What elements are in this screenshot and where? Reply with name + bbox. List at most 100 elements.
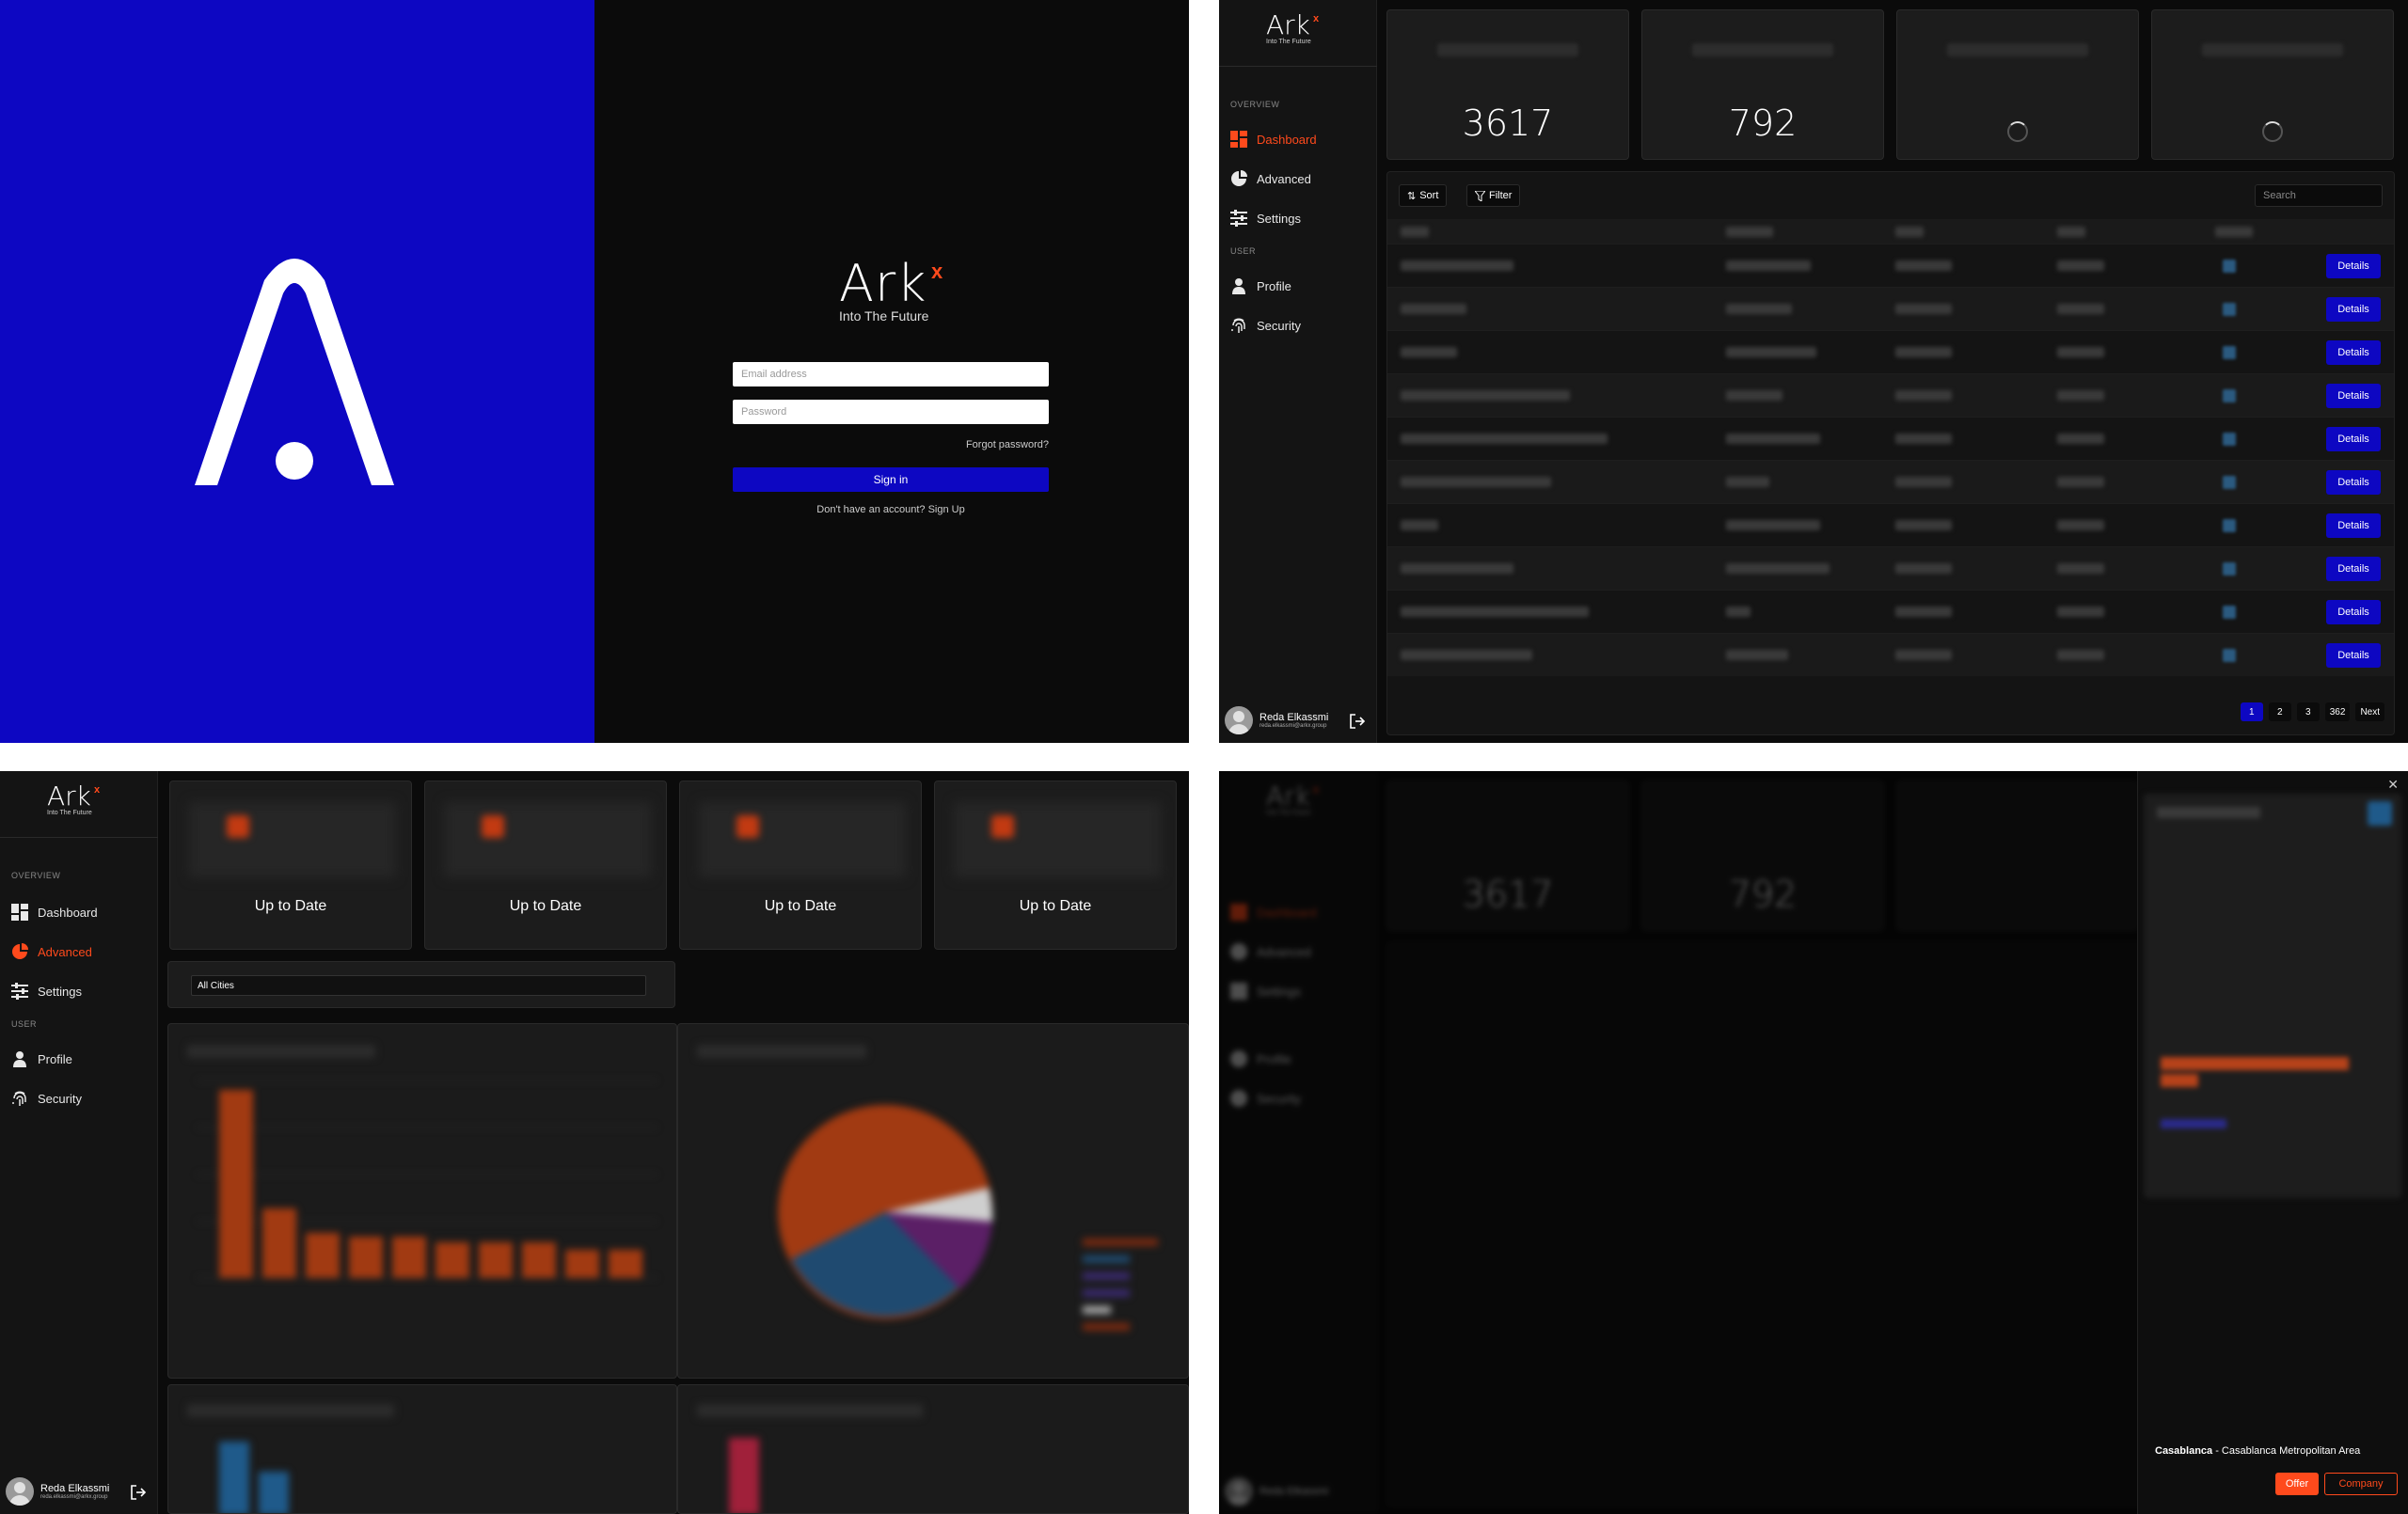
cell-city — [1895, 607, 1952, 617]
secondary-skills-chart-blurred — [697, 1404, 923, 1513]
offer-button[interactable]: Offer — [2275, 1473, 2319, 1495]
details-button[interactable]: Details — [2326, 297, 2381, 322]
table-row[interactable]: Details — [1387, 330, 2394, 373]
details-button[interactable]: Details — [2326, 557, 2381, 581]
brand-mark: x — [1313, 13, 1320, 24]
details-button[interactable]: Details — [2326, 600, 2381, 624]
filter-button[interactable]: Filter — [1466, 184, 1521, 207]
cell-date — [2057, 390, 2104, 401]
source-icon[interactable] — [2223, 389, 2236, 402]
forgot-password-link[interactable]: Forgot password? — [966, 439, 1049, 450]
table-row[interactable]: Details — [1387, 287, 2394, 330]
cell-date — [2057, 347, 2104, 357]
next-page-button[interactable]: Next — [2355, 702, 2384, 721]
cell-title — [1401, 650, 1532, 660]
sign-in-button[interactable]: Sign in — [733, 467, 1049, 492]
table-row[interactable]: Details — [1387, 546, 2394, 590]
sidebar-item-profile[interactable]: Profile — [11, 1049, 152, 1069]
sort-button[interactable]: ⇅ Sort — [1399, 184, 1448, 207]
source-icon[interactable] — [2223, 649, 2236, 662]
page-button[interactable]: 3 — [2296, 702, 2320, 721]
section-user: USER — [1230, 246, 1257, 256]
avatar[interactable] — [6, 1477, 34, 1506]
source-icon[interactable] — [2223, 433, 2236, 446]
login-form-panel: Ark x Into The Future Email address Pass… — [594, 0, 1189, 743]
cell-company — [1726, 520, 1820, 530]
source-icon[interactable] — [2223, 260, 2236, 273]
cell-date — [2057, 520, 2104, 530]
email-field[interactable]: Email address — [733, 362, 1049, 386]
page-button[interactable]: 2 — [2268, 702, 2291, 721]
user-email: reda.elkassmi@arkx.group — [40, 1494, 108, 1500]
cell-company — [1726, 607, 1751, 617]
details-button[interactable]: Details — [2326, 384, 2381, 408]
sidebar-logo[interactable]: Ark x Into The Future — [47, 782, 113, 829]
brand-mark: x — [94, 784, 101, 796]
cell-company — [1726, 434, 1820, 444]
logout-icon[interactable] — [130, 1484, 147, 1501]
table-row[interactable]: Details — [1387, 244, 2394, 287]
details-button[interactable]: Details — [2326, 340, 2381, 365]
table-row[interactable]: Details — [1387, 373, 2394, 417]
cell-title — [1401, 347, 1457, 357]
page-button[interactable]: 1 — [2240, 702, 2263, 721]
details-button[interactable]: Details — [2326, 470, 2381, 495]
source-icon[interactable] — [2223, 346, 2236, 359]
table-row[interactable]: Details — [1387, 460, 2394, 503]
cell-company — [1726, 390, 1782, 401]
cell-title — [1401, 304, 1466, 314]
source-icon[interactable] — [2223, 476, 2236, 489]
search-input[interactable]: Search — [2255, 184, 2383, 207]
city-select[interactable]: All Cities — [191, 975, 646, 996]
cell-company — [1726, 347, 1816, 357]
sidebar-item-dashboard[interactable]: Dashboard — [1230, 129, 1371, 150]
sidebar-item-advanced[interactable]: Advanced — [1230, 168, 1371, 189]
secondary-skills-chart-panel — [677, 1384, 1189, 1514]
details-button[interactable]: Details — [2326, 427, 2381, 451]
advanced-main: Up to Date Up to Date Up to Date Up to D… — [158, 771, 1189, 1514]
section-overview: OVERVIEW — [1230, 100, 1280, 109]
details-button[interactable]: Details — [2326, 513, 2381, 538]
sidebar-item-settings[interactable]: Settings — [1230, 208, 1371, 229]
table-row[interactable]: Details — [1387, 503, 2394, 546]
sidebar-item-security[interactable]: Security — [11, 1088, 152, 1109]
brand-tagline: Into The Future — [1266, 39, 1311, 45]
loading-spinner-icon — [2007, 121, 2028, 142]
sign-up-link[interactable]: Don't have an account? Sign Up — [733, 504, 1049, 515]
offers-table: ⇅ Sort Filter Search Details Details Detai… — [1386, 171, 2395, 735]
avatar[interactable] — [1225, 706, 1253, 734]
table-row[interactable]: Details — [1387, 633, 2394, 676]
logout-icon[interactable] — [1349, 713, 1366, 730]
table-row[interactable]: Details — [1387, 590, 2394, 633]
source-icon[interactable] — [2223, 562, 2236, 576]
cell-date — [2057, 650, 2104, 660]
page-button[interactable]: 362 — [2324, 702, 2351, 721]
cell-company — [1726, 477, 1769, 487]
source-icon[interactable] — [2223, 519, 2236, 532]
login-brand-panel — [0, 0, 594, 743]
loading-spinner-icon — [2262, 121, 2283, 142]
section-user: USER — [11, 1019, 38, 1029]
cell-company — [1726, 260, 1811, 271]
sort-label: Sort — [1419, 190, 1439, 201]
cell-date — [2057, 434, 2104, 444]
source-icon[interactable] — [2223, 303, 2236, 316]
sidebar-item-settings[interactable]: Settings — [11, 981, 152, 1001]
company-button[interactable]: Company — [2324, 1473, 2398, 1495]
status-card: Up to Date — [424, 781, 667, 950]
close-icon[interactable]: ✕ — [2387, 777, 2399, 793]
sidebar-logo[interactable]: Ark x Into The Future — [1266, 11, 1332, 58]
sidebar-item-profile[interactable]: Profile — [1230, 276, 1371, 296]
source-icon[interactable] — [2223, 606, 2236, 619]
details-button[interactable]: Details — [2326, 254, 2381, 278]
password-field[interactable]: Password — [733, 400, 1049, 424]
offer-location: Casablanca - Casablanca Metropolitan Are… — [2155, 1445, 2360, 1457]
cell-title — [1401, 607, 1589, 617]
details-button[interactable]: Details — [2326, 643, 2381, 668]
sidebar-item-advanced[interactable]: Advanced — [11, 941, 152, 962]
sidebar-item-dashboard[interactable]: Dashboard — [11, 902, 152, 923]
cell-title — [1401, 390, 1570, 401]
sidebar-item-security[interactable]: Security — [1230, 315, 1371, 336]
table-row[interactable]: Details — [1387, 417, 2394, 460]
cell-title — [1401, 434, 1608, 444]
